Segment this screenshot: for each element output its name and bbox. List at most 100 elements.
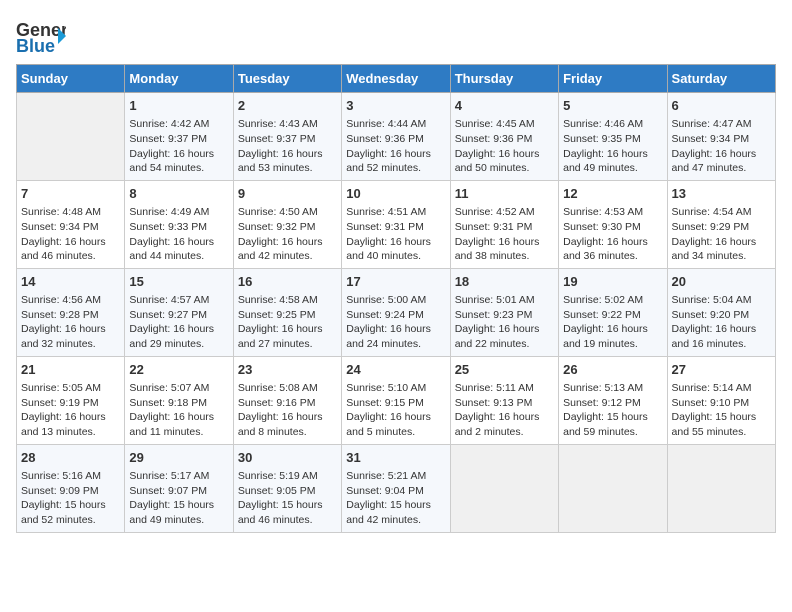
calendar-cell <box>450 444 558 532</box>
calendar-cell: 8Sunrise: 4:49 AMSunset: 9:33 PMDaylight… <box>125 180 233 268</box>
calendar-cell <box>17 93 125 181</box>
calendar-cell: 18 Sunrise: 5:01 AMSunset: 9:23 PMDayligh… <box>450 268 558 356</box>
calendar-cell: 21 Sunrise: 5:05 AMSunset: 9:19 PMDayligh… <box>17 356 125 444</box>
day-content: Sunrise: 5:01 AMSunset: 9:23 PMDaylight:… <box>455 293 554 352</box>
day-content: Sunrise: 4:47 AMSunset: 9:34 PMDaylight:… <box>672 117 771 176</box>
page-header: General Blue <box>16 16 776 56</box>
calendar-cell: 10 Sunrise: 4:51 AMSunset: 9:31 PMDayligh… <box>342 180 450 268</box>
calendar-body: 1 Sunrise: 4:42 AMSunset: 9:37 PMDaylight… <box>17 93 776 533</box>
day-number: 19 <box>563 273 662 291</box>
day-number: 17 <box>346 273 445 291</box>
header-day-tuesday: Tuesday <box>233 65 341 93</box>
calendar-cell: 24 Sunrise: 5:10 AMSunset: 9:15 PMDayligh… <box>342 356 450 444</box>
day-number: 14 <box>21 273 120 291</box>
day-content: Sunrise: 4:45 AMSunset: 9:36 PMDaylight:… <box>455 117 554 176</box>
header-day-thursday: Thursday <box>450 65 558 93</box>
day-number: 18 <box>455 273 554 291</box>
calendar-cell: 29 Sunrise: 5:17 AMSunset: 9:07 PMDayligh… <box>125 444 233 532</box>
calendar-cell: 30 Sunrise: 5:19 AMSunset: 9:05 PMDayligh… <box>233 444 341 532</box>
day-content: Sunrise: 5:07 AMSunset: 9:18 PMDaylight:… <box>129 381 228 440</box>
calendar-cell: 14 Sunrise: 4:56 AMSunset: 9:28 PMDayligh… <box>17 268 125 356</box>
day-number: 7 <box>21 185 120 203</box>
day-content: Sunrise: 5:19 AMSunset: 9:05 PMDaylight:… <box>238 469 337 528</box>
day-number: 4 <box>455 97 554 115</box>
day-content: Sunrise: 5:10 AMSunset: 9:15 PMDaylight:… <box>346 381 445 440</box>
calendar-cell: 25 Sunrise: 5:11 AMSunset: 9:13 PMDayligh… <box>450 356 558 444</box>
calendar-week-1: 1 Sunrise: 4:42 AMSunset: 9:37 PMDaylight… <box>17 93 776 181</box>
calendar-cell: 31Sunrise: 5:21 AMSunset: 9:04 PMDayligh… <box>342 444 450 532</box>
day-content: Sunrise: 5:00 AMSunset: 9:24 PMDaylight:… <box>346 293 445 352</box>
day-number: 5 <box>563 97 662 115</box>
day-content: Sunrise: 4:48 AMSunset: 9:34 PMDaylight:… <box>21 205 120 264</box>
day-number: 25 <box>455 361 554 379</box>
day-content: Sunrise: 5:14 AMSunset: 9:10 PMDaylight:… <box>672 381 771 440</box>
calendar-cell: 2Sunrise: 4:43 AMSunset: 9:37 PMDaylight… <box>233 93 341 181</box>
header-day-monday: Monday <box>125 65 233 93</box>
calendar-cell: 23Sunrise: 5:08 AMSunset: 9:16 PMDayligh… <box>233 356 341 444</box>
calendar-cell: 20 Sunrise: 5:04 AMSunset: 9:20 PMDayligh… <box>667 268 775 356</box>
calendar-cell: 4 Sunrise: 4:45 AMSunset: 9:36 PMDaylight… <box>450 93 558 181</box>
calendar-header: SundayMondayTuesdayWednesdayThursdayFrid… <box>17 65 776 93</box>
day-content: Sunrise: 5:11 AMSunset: 9:13 PMDaylight:… <box>455 381 554 440</box>
day-number: 3 <box>346 97 445 115</box>
day-content: Sunrise: 4:56 AMSunset: 9:28 PMDaylight:… <box>21 293 120 352</box>
calendar-table: SundayMondayTuesdayWednesdayThursdayFrid… <box>16 64 776 533</box>
day-number: 12 <box>563 185 662 203</box>
day-content: Sunrise: 4:43 AMSunset: 9:37 PMDaylight:… <box>238 117 337 176</box>
calendar-cell: 5 Sunrise: 4:46 AMSunset: 9:35 PMDaylight… <box>559 93 667 181</box>
calendar-cell: 22 Sunrise: 5:07 AMSunset: 9:18 PMDayligh… <box>125 356 233 444</box>
header-day-friday: Friday <box>559 65 667 93</box>
calendar-cell: 11Sunrise: 4:52 AMSunset: 9:31 PMDayligh… <box>450 180 558 268</box>
calendar-cell: 17 Sunrise: 5:00 AMSunset: 9:24 PMDayligh… <box>342 268 450 356</box>
day-content: Sunrise: 4:58 AMSunset: 9:25 PMDaylight:… <box>238 293 337 352</box>
day-content: Sunrise: 5:02 AMSunset: 9:22 PMDaylight:… <box>563 293 662 352</box>
day-number: 15 <box>129 273 228 291</box>
calendar-week-4: 21 Sunrise: 5:05 AMSunset: 9:19 PMDayligh… <box>17 356 776 444</box>
day-number: 26 <box>563 361 662 379</box>
day-content: Sunrise: 5:21 AMSunset: 9:04 PMDaylight:… <box>346 469 445 528</box>
calendar-cell: 28Sunrise: 5:16 AMSunset: 9:09 PMDayligh… <box>17 444 125 532</box>
calendar-cell: 16 Sunrise: 4:58 AMSunset: 9:25 PMDayligh… <box>233 268 341 356</box>
day-content: Sunrise: 5:04 AMSunset: 9:20 PMDaylight:… <box>672 293 771 352</box>
day-content: Sunrise: 5:05 AMSunset: 9:19 PMDaylight:… <box>21 381 120 440</box>
day-number: 11 <box>455 185 554 203</box>
calendar-cell <box>667 444 775 532</box>
header-row: SundayMondayTuesdayWednesdayThursdayFrid… <box>17 65 776 93</box>
day-content: Sunrise: 4:44 AMSunset: 9:36 PMDaylight:… <box>346 117 445 176</box>
calendar-week-3: 14 Sunrise: 4:56 AMSunset: 9:28 PMDayligh… <box>17 268 776 356</box>
day-content: Sunrise: 4:46 AMSunset: 9:35 PMDaylight:… <box>563 117 662 176</box>
day-content: Sunrise: 4:57 AMSunset: 9:27 PMDaylight:… <box>129 293 228 352</box>
calendar-cell: 13 Sunrise: 4:54 AMSunset: 9:29 PMDayligh… <box>667 180 775 268</box>
day-number: 1 <box>129 97 228 115</box>
day-number: 24 <box>346 361 445 379</box>
calendar-cell: 12 Sunrise: 4:53 AMSunset: 9:30 PMDayligh… <box>559 180 667 268</box>
logo: General Blue <box>16 16 66 56</box>
day-number: 9 <box>238 185 337 203</box>
calendar-cell: 3 Sunrise: 4:44 AMSunset: 9:36 PMDaylight… <box>342 93 450 181</box>
day-number: 30 <box>238 449 337 467</box>
day-content: Sunrise: 4:42 AMSunset: 9:37 PMDaylight:… <box>129 117 228 176</box>
day-number: 22 <box>129 361 228 379</box>
day-number: 23 <box>238 361 337 379</box>
day-number: 8 <box>129 185 228 203</box>
day-number: 29 <box>129 449 228 467</box>
day-content: Sunrise: 5:17 AMSunset: 9:07 PMDaylight:… <box>129 469 228 528</box>
calendar-cell: 15 Sunrise: 4:57 AMSunset: 9:27 PMDayligh… <box>125 268 233 356</box>
day-content: Sunrise: 4:53 AMSunset: 9:30 PMDaylight:… <box>563 205 662 264</box>
header-day-sunday: Sunday <box>17 65 125 93</box>
logo-icon: General Blue <box>16 16 66 56</box>
day-number: 13 <box>672 185 771 203</box>
day-content: Sunrise: 4:54 AMSunset: 9:29 PMDaylight:… <box>672 205 771 264</box>
header-day-wednesday: Wednesday <box>342 65 450 93</box>
day-number: 16 <box>238 273 337 291</box>
day-number: 21 <box>21 361 120 379</box>
calendar-cell: 27 Sunrise: 5:14 AMSunset: 9:10 PMDayligh… <box>667 356 775 444</box>
calendar-week-5: 28Sunrise: 5:16 AMSunset: 9:09 PMDayligh… <box>17 444 776 532</box>
day-number: 27 <box>672 361 771 379</box>
calendar-cell: 7 Sunrise: 4:48 AMSunset: 9:34 PMDaylight… <box>17 180 125 268</box>
day-number: 10 <box>346 185 445 203</box>
svg-text:Blue: Blue <box>16 36 55 56</box>
day-number: 20 <box>672 273 771 291</box>
calendar-cell: 9Sunrise: 4:50 AMSunset: 9:32 PMDaylight… <box>233 180 341 268</box>
day-content: Sunrise: 4:51 AMSunset: 9:31 PMDaylight:… <box>346 205 445 264</box>
